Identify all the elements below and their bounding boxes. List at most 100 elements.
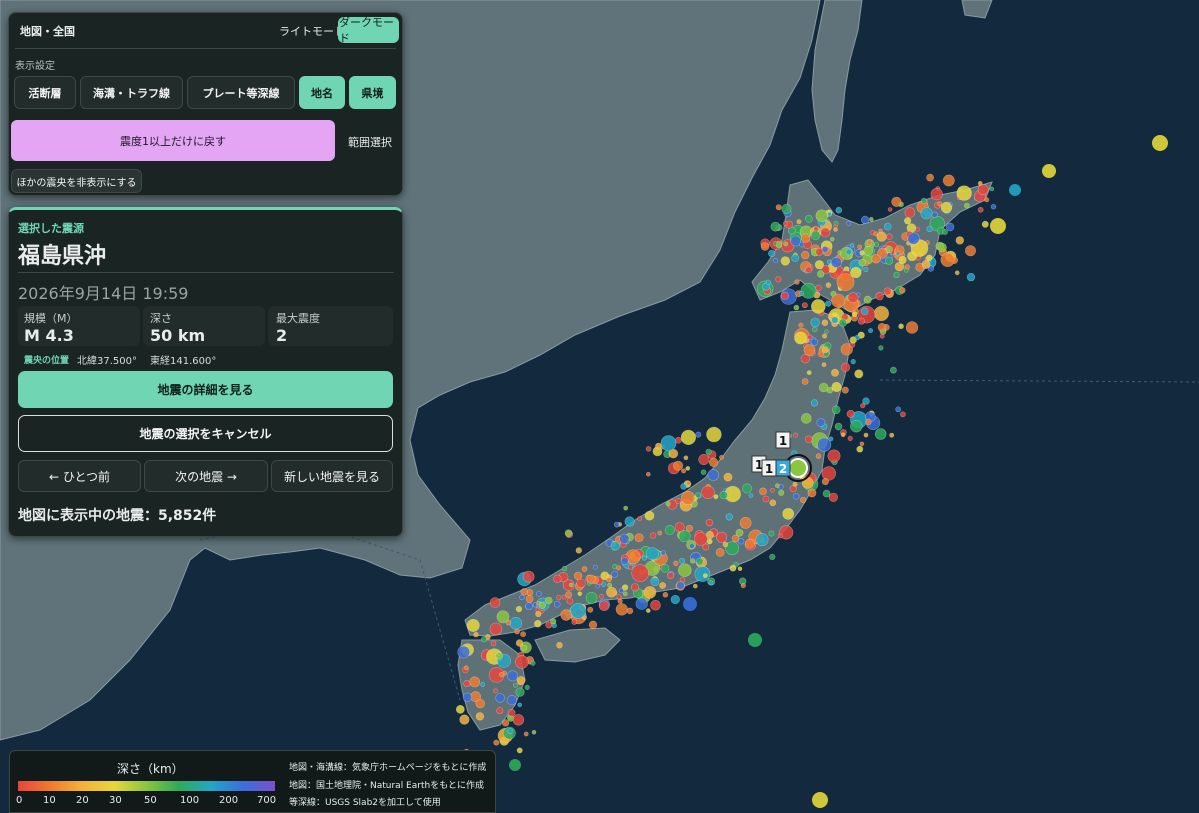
epicenter-dot bbox=[793, 432, 798, 438]
epicenter-dot bbox=[903, 217, 912, 225]
epicenter-dot bbox=[984, 197, 990, 203]
epicenter-dot bbox=[722, 541, 729, 548]
epicenter-dot bbox=[768, 249, 776, 257]
epicenter-dot bbox=[977, 207, 984, 213]
epicenter-dot bbox=[515, 639, 524, 647]
epicenter-dot bbox=[516, 676, 526, 685]
epicenter-dot bbox=[874, 428, 887, 440]
epicenter-dot bbox=[812, 792, 828, 808]
epicenter-dot bbox=[782, 507, 795, 520]
layer-plate-contour-button[interactable]: プレート等深線 bbox=[187, 76, 295, 109]
epicenter-dot bbox=[893, 271, 900, 279]
epicenter-dot bbox=[847, 292, 859, 304]
epicenter-dot bbox=[613, 521, 620, 528]
epicenter-dot bbox=[850, 359, 856, 365]
epicenter-dot bbox=[821, 466, 836, 481]
light-mode-button[interactable]: ライトモード bbox=[279, 23, 345, 39]
epicenter-dot bbox=[891, 196, 902, 207]
epicenter-dot bbox=[678, 557, 685, 564]
epicenter-dot bbox=[611, 570, 619, 578]
selected-earthquake-panel: 選択した震源 福島県沖 2026年9月14日 19:59 規模（M） M 4.3… bbox=[8, 207, 403, 537]
epicenter-dot bbox=[782, 221, 788, 227]
epicenter-dot bbox=[926, 173, 934, 182]
epicenter-dot bbox=[796, 219, 802, 225]
epicenter-dot bbox=[702, 573, 708, 578]
epicenter-dot bbox=[538, 601, 547, 609]
epicenter-dot bbox=[737, 537, 745, 545]
epicenter-dot bbox=[705, 518, 714, 527]
epicenter-dot bbox=[810, 230, 821, 240]
epicenter-dot bbox=[627, 564, 634, 570]
epicenter-dot bbox=[637, 516, 642, 521]
epicenter-dot bbox=[515, 687, 525, 697]
epicenter-dot bbox=[713, 494, 719, 500]
epicenter-dot bbox=[859, 441, 865, 447]
epicenter-dot bbox=[831, 405, 841, 415]
epicenter-dot bbox=[610, 541, 621, 551]
epicenter-dot bbox=[645, 547, 659, 561]
epicenter-dot bbox=[490, 640, 497, 647]
epicenter-dot bbox=[907, 232, 920, 245]
epicenter-place: 福島県沖 bbox=[18, 244, 107, 269]
epicenter-dot bbox=[800, 413, 812, 424]
longitude: 東経141.600° bbox=[150, 356, 217, 367]
dark-mode-button[interactable]: ダークモード bbox=[338, 16, 399, 45]
epicenter-dot bbox=[473, 631, 479, 638]
legend-tick: 50 bbox=[144, 795, 157, 806]
epicenter-dot bbox=[841, 386, 849, 394]
epicenter-dot bbox=[489, 622, 503, 636]
epicenter-dot bbox=[515, 605, 523, 613]
epicenter-dot bbox=[576, 578, 586, 589]
epicenter-dot bbox=[810, 299, 826, 314]
epicenter-dot bbox=[706, 426, 722, 443]
epicenter-dot bbox=[587, 606, 594, 613]
epicenter-dot bbox=[599, 594, 604, 599]
epicenter-dot bbox=[673, 560, 679, 566]
prev-quake-button[interactable]: ← ひとつ前 bbox=[18, 460, 141, 492]
layer-place-names-button[interactable]: 地名 bbox=[299, 76, 345, 109]
epicenter-dot bbox=[705, 448, 712, 455]
epicenter-dot bbox=[798, 322, 804, 328]
epicenter-dot bbox=[550, 618, 557, 625]
reset-intensity-button[interactable]: 震度1以上だけに戻す bbox=[11, 120, 335, 161]
epicenter-dot bbox=[683, 455, 689, 461]
epicenter-dot bbox=[634, 533, 644, 543]
epicenter-dot bbox=[977, 184, 989, 196]
epicenter-dot bbox=[630, 583, 640, 592]
epicenter-dot bbox=[940, 252, 955, 267]
quake-detail-button[interactable]: 地震の詳細を見る bbox=[18, 371, 393, 408]
epicenter-dot bbox=[769, 553, 776, 561]
epicenter-dot bbox=[942, 229, 948, 235]
epicenter-dot bbox=[685, 466, 691, 471]
epicenter-dot bbox=[662, 591, 669, 598]
epicenter-dot bbox=[715, 548, 725, 557]
epicenter-dot bbox=[827, 449, 841, 463]
next-quake-button[interactable]: 次の地震 → bbox=[144, 460, 268, 492]
newest-quake-button[interactable]: 新しい地震を見る bbox=[271, 460, 393, 492]
depth-legend: 深さ（km） 0 10 20 30 50 100 200 700 地図・海溝線：… bbox=[9, 750, 496, 813]
epicenter-dot bbox=[775, 276, 782, 283]
epicenter-dot bbox=[890, 366, 897, 374]
epicenter-dot bbox=[876, 231, 887, 242]
epicenter-dot bbox=[821, 346, 829, 354]
range-select-button[interactable]: 範囲選択 bbox=[348, 134, 392, 150]
epicenter-dot bbox=[680, 483, 687, 490]
layer-trench-button[interactable]: 海溝・トラフ線 bbox=[80, 76, 183, 109]
epicenter-dot bbox=[883, 222, 892, 231]
layer-prefecture-border-button[interactable]: 県境 bbox=[349, 76, 396, 109]
epicenter-dot bbox=[516, 747, 523, 754]
epicenter-dot bbox=[673, 460, 684, 471]
epicenter-dot bbox=[670, 594, 680, 605]
layer-active-fault-button[interactable]: 活断層 bbox=[14, 76, 76, 109]
epicenter-dot bbox=[577, 591, 583, 597]
epicenter-dot bbox=[595, 583, 601, 589]
epicenter-dot bbox=[798, 290, 805, 297]
epicenter-dot bbox=[850, 266, 862, 279]
epicenter-dot bbox=[561, 565, 568, 572]
epicenter-dot bbox=[556, 641, 563, 649]
epicenter-dot bbox=[573, 571, 583, 581]
epicenter-dot bbox=[863, 432, 869, 438]
cancel-selection-button[interactable]: 地震の選択をキャンセル bbox=[18, 415, 393, 452]
hide-other-epicenters-button[interactable]: ほかの震央を非表示にする bbox=[11, 169, 142, 193]
epicenter-dot bbox=[466, 618, 480, 632]
